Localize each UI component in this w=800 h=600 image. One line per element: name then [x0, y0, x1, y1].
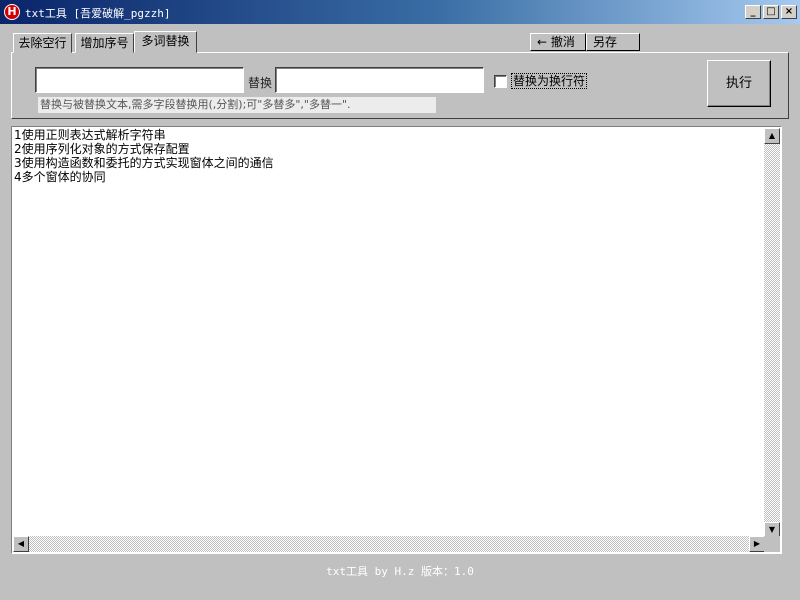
scroll-right-button[interactable]: ▶	[749, 536, 765, 552]
editor-line: 1使用正则表达式解析字符串	[14, 128, 166, 142]
close-icon: ×	[784, 6, 794, 17]
execute-button[interactable]: 执行	[707, 60, 771, 107]
triangle-right-icon: ▶	[753, 539, 761, 548]
window-controls: _ □ ×	[743, 5, 797, 19]
tab-remove-blank-lines[interactable]: 去除空行	[13, 33, 72, 53]
editor-line: 3使用构造函数和委托的方式实现窗体之间的通信	[14, 156, 274, 170]
save-as-button[interactable]: 另存	[586, 33, 640, 51]
text-editor[interactable]: 1使用正则表达式解析字符串 2使用序列化对象的方式保存配置 3使用构造函数和委托…	[11, 126, 782, 554]
close-button[interactable]: ×	[781, 5, 797, 19]
footer-version: txt工具 by H.z 版本：1.0	[326, 565, 474, 578]
editor-line: 4多个窗体的协同	[14, 170, 106, 184]
replace-label: 替换	[248, 76, 273, 90]
minimize-icon: _	[750, 6, 756, 17]
replace-hint-text: 替换与被替换文本,需多字段替换用(,分割);可"多替多","多替一".	[38, 97, 436, 113]
scroll-left-button[interactable]: ◀	[13, 536, 29, 552]
find-text-input[interactable]	[35, 67, 244, 93]
tab-multi-word-replace[interactable]: 多词替换	[134, 31, 197, 53]
scroll-up-button[interactable]: ▲	[764, 128, 780, 144]
scrollbar-corner	[764, 536, 780, 552]
editor-line: 2使用序列化对象的方式保存配置	[14, 142, 190, 156]
title-bar[interactable]: H txt工具 [吾爱破解_pgzzh] _ □ ×	[0, 0, 800, 24]
editor-content[interactable]: 1使用正则表达式解析字符串 2使用序列化对象的方式保存配置 3使用构造函数和委托…	[13, 128, 765, 538]
vertical-scrollbar[interactable]: ▲ ▼	[764, 128, 780, 538]
triangle-up-icon: ▲	[768, 131, 776, 140]
window-title: txt工具 [吾爱破解_pgzzh]	[25, 7, 171, 20]
triangle-left-icon: ◀	[17, 539, 25, 548]
triangle-down-icon: ▼	[768, 525, 776, 534]
undo-label: 撤消	[550, 35, 575, 49]
left-arrow-icon: ←	[537, 35, 548, 49]
file-actions: ← 撤消 另存	[530, 33, 640, 51]
newline-checkbox[interactable]	[494, 74, 507, 88]
newline-checkbox-row[interactable]: 替换为换行符	[494, 73, 588, 89]
replace-text-input[interactable]	[275, 67, 484, 93]
maximize-icon: □	[766, 6, 776, 17]
maximize-button[interactable]: □	[763, 5, 779, 19]
tab-add-line-numbers[interactable]: 增加序号	[75, 33, 134, 53]
horizontal-scrollbar[interactable]: ◀ ▶	[13, 536, 765, 552]
app-logo-icon: H	[4, 4, 20, 20]
minimize-button[interactable]: _	[745, 5, 761, 19]
undo-button[interactable]: ← 撤消	[530, 33, 586, 51]
newline-checkbox-label[interactable]: 替换为换行符	[511, 73, 588, 89]
